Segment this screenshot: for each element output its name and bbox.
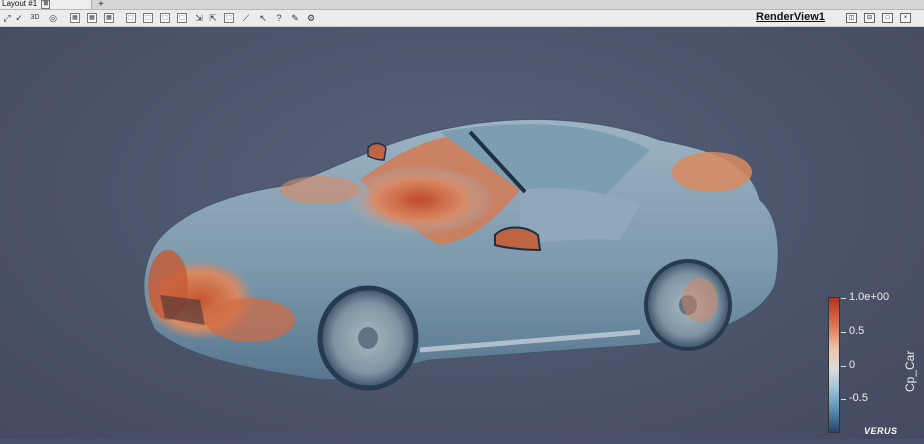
render-view-label: RenderView1 [756,11,825,23]
tab-label: Layout #1 [2,0,38,8]
ruler-icon[interactable]: ⟋ [241,13,251,23]
settings-icon[interactable]: ⚙ [306,13,316,23]
axis-icon[interactable]: ✓ [14,13,24,23]
tick-mark [841,332,846,333]
colorbar [828,297,840,433]
tab-layout-1[interactable]: Layout #1 ⊠ [0,0,92,9]
hover-points-icon[interactable]: ⬚ [160,13,170,23]
tab-close-icon[interactable]: ⊠ [41,0,51,9]
hover-cells-icon[interactable]: ⬚ [177,13,187,23]
camera-icon[interactable]: ◎ [48,13,58,23]
reset-camera-icon[interactable]: ⤢ [2,13,12,23]
add-tab-button[interactable]: + [98,0,104,10]
zoom-box-icon[interactable]: ⬚ [224,13,234,23]
tick-mark [841,399,846,400]
split-vertical-icon[interactable]: ⊟ [864,13,875,23]
split-horizontal-icon[interactable]: ◫ [846,13,857,23]
car-pressure-rendering [143,118,779,391]
tick-mark [841,366,846,367]
colorbar-tick-zero: 0 [849,359,856,371]
colorbar-tick-half: 0.5 [849,325,865,337]
select-cells-icon[interactable]: ▦ [70,13,80,23]
tab-bar: Layout #1 ⊠ + [0,0,924,10]
render-viewport[interactable] [0,27,924,439]
select-surface-icon[interactable]: ⇲ [194,13,204,23]
colorbar-tick-neg-half: -0.5 [849,392,868,404]
select-block-icon[interactable]: ⬚ [143,13,153,23]
probe-icon[interactable]: ↖ [258,13,268,23]
select-points-icon[interactable]: ▦ [87,13,97,23]
pick-center-icon[interactable]: ⇱ [208,13,218,23]
3d-toggle-icon[interactable]: 3D [28,13,42,23]
edit-icon[interactable]: ✎ [290,13,300,23]
tick-mark [841,298,846,299]
verus-logo: VERUS [864,426,898,436]
render-view-toolbar: ⤢ ✓ 3D ◎ ▦ ▦ ▦ ⬚ ⬚ ⬚ ⬚ ⇲ ⇱ ⬚ ⟋ ↖ ? ✎ ⚙ R… [0,10,924,27]
interactive-select-icon[interactable]: ⬚ [126,13,136,23]
help-icon[interactable]: ? [274,13,284,23]
close-view-icon[interactable]: × [900,13,911,23]
frustum-icon[interactable]: ▦ [104,13,114,23]
maximize-view-icon[interactable]: □ [882,13,893,23]
colorbar-title: Cp_Car [903,350,917,392]
colorbar-tick-max: 1.0e+00 [849,291,890,303]
